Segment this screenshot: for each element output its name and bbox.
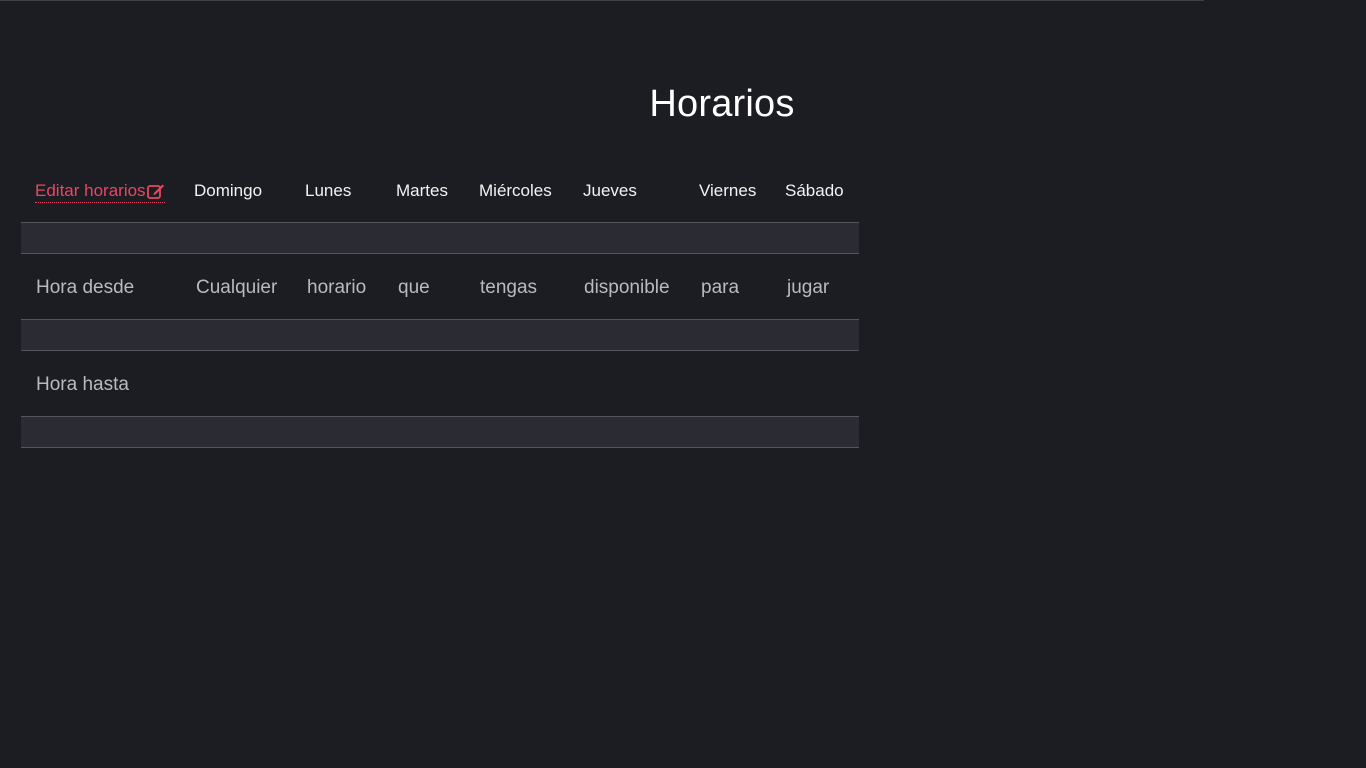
- table-header-row: Editar horarios Domingo Lunes Martes Mié…: [21, 160, 859, 222]
- cell-from-saturday: jugar: [787, 277, 830, 298]
- table-separator: [21, 319, 859, 351]
- table-separator: [21, 222, 859, 254]
- row-label-to: Hora hasta: [36, 374, 129, 395]
- row-label-from: Hora desde: [36, 277, 135, 298]
- header-day-saturday: Sábado: [785, 181, 844, 200]
- schedule-table: Editar horarios Domingo Lunes Martes Mié…: [21, 160, 859, 448]
- table-separator: [21, 416, 859, 448]
- header-day-friday: Viernes: [699, 181, 757, 200]
- header-day-wednesday: Miércoles: [479, 181, 552, 200]
- cell-from-sunday: Cualquier: [196, 277, 278, 298]
- header-day-monday: Lunes: [305, 181, 352, 200]
- table-row-to: Hora hasta: [21, 351, 859, 416]
- edit-schedules-link[interactable]: Editar horarios: [35, 180, 165, 203]
- cell-from-monday: horario: [307, 277, 367, 298]
- header-day-thursday: Jueves: [583, 181, 637, 200]
- header-day-sunday: Domingo: [194, 181, 263, 200]
- cell-from-friday: para: [701, 277, 740, 298]
- cell-from-wednesday: tengas: [480, 277, 538, 298]
- table-row-from: Hora desde Cualquier horario que tengas …: [21, 254, 859, 319]
- cell-from-thursday: disponible: [584, 277, 670, 298]
- cell-from-tuesday: que: [398, 277, 430, 298]
- edit-schedules-label: Editar horarios: [35, 181, 146, 200]
- schedule-page: Horarios Editar horarios Domingo Lunes M…: [0, 0, 1366, 768]
- top-divider: [0, 0, 1204, 1]
- header-day-tuesday: Martes: [396, 181, 448, 200]
- page-title: Horarios: [649, 83, 795, 125]
- edit-square-icon: [146, 183, 165, 199]
